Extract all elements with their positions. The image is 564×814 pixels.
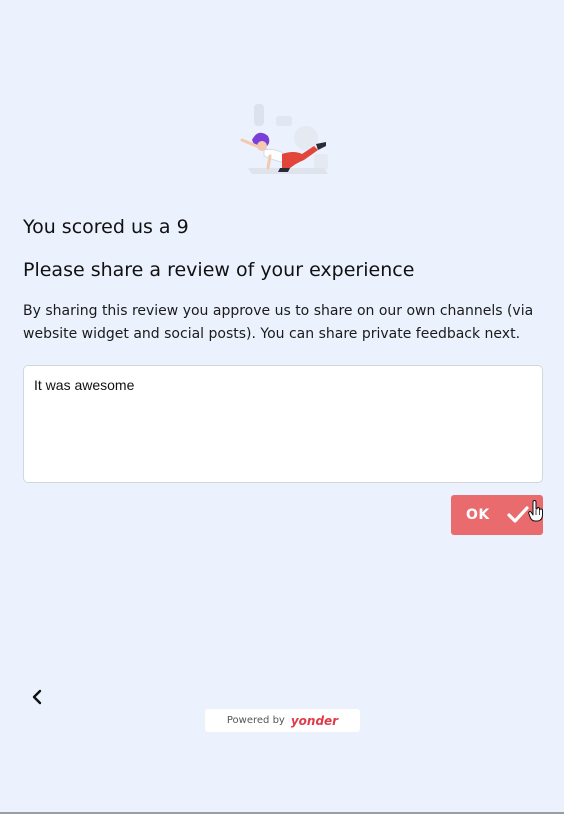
- yoga-illustration: [232, 98, 336, 180]
- checkmark-icon: [507, 506, 529, 523]
- consent-text: By sharing this review you approve us to…: [23, 303, 534, 342]
- ok-button-label: OK: [466, 507, 490, 523]
- review-textarea[interactable]: [23, 365, 543, 483]
- powered-by-badge[interactable]: Powered by yonder: [205, 709, 360, 732]
- chevron-left-icon: [32, 689, 42, 705]
- ok-button[interactable]: OK: [451, 495, 543, 535]
- back-button[interactable]: [26, 685, 48, 709]
- score-title: You scored us a 9: [23, 216, 189, 238]
- powered-by-text: Powered by: [226, 715, 285, 726]
- yonder-logo: yonder: [290, 713, 339, 728]
- review-question: Please share a review of your experience: [23, 259, 415, 281]
